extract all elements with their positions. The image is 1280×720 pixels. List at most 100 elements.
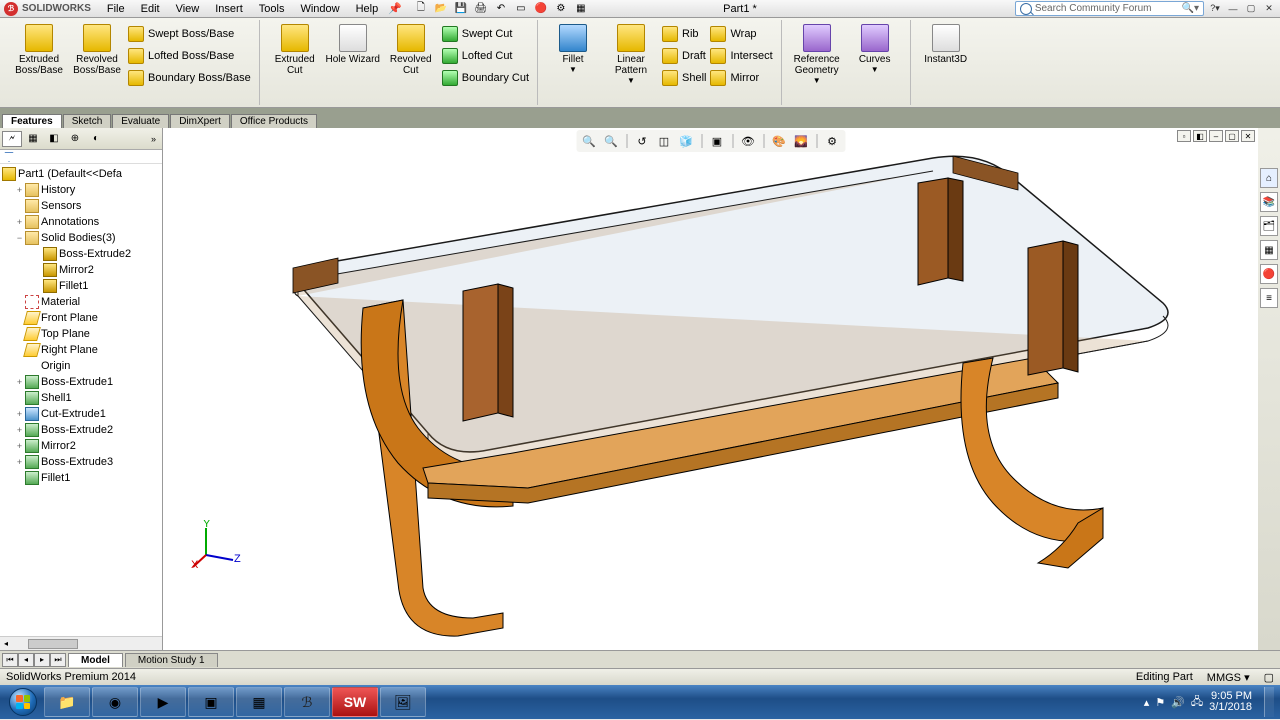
lofted-cut-button[interactable]: Lofted Cut: [440, 48, 531, 64]
revolved-cut-button[interactable]: Revolved Cut: [382, 20, 440, 76]
tp-view-palette-icon[interactable]: ▦: [1260, 240, 1278, 260]
tree-node[interactable]: +Boss-Extrude1: [0, 374, 162, 390]
tree-node[interactable]: Front Plane: [0, 310, 162, 326]
print-icon[interactable]: 🖨: [472, 2, 490, 16]
bottom-tab-motion-study[interactable]: Motion Study 1: [125, 653, 218, 667]
tp-appearances-icon[interactable]: 🔴: [1260, 264, 1278, 284]
search-dropdown-icon[interactable]: 🔍▾: [1182, 3, 1199, 14]
wrap-button[interactable]: Wrap: [708, 26, 774, 42]
extruded-cut-button[interactable]: Extruded Cut: [266, 20, 324, 76]
tab-nav-next-icon[interactable]: ▸: [34, 653, 50, 667]
tree-node[interactable]: −Solid Bodies(3): [0, 230, 162, 246]
taskbar-app1-icon[interactable]: ▣: [188, 687, 234, 717]
status-extra-icon[interactable]: ▢: [1264, 671, 1274, 684]
tree-twisty-icon[interactable]: −: [14, 233, 25, 243]
status-units[interactable]: MMGS ▾: [1207, 671, 1250, 684]
tree-twisty-icon[interactable]: +: [14, 377, 25, 387]
taskbar-sw-red-icon[interactable]: SW: [332, 687, 378, 717]
menu-view[interactable]: View: [170, 2, 206, 16]
tree-root[interactable]: Part1 (Default<<Defa: [0, 166, 162, 182]
tp-resources-icon[interactable]: ⌂: [1260, 168, 1278, 188]
instant3d-button[interactable]: Instant3D: [917, 20, 975, 65]
tray-volume-icon[interactable]: 🔊: [1171, 696, 1185, 709]
start-button[interactable]: [4, 687, 42, 717]
menu-edit[interactable]: Edit: [135, 2, 166, 16]
tree-twisty-icon[interactable]: +: [14, 441, 25, 451]
search-box[interactable]: Search Community Forum 🔍▾: [1015, 1, 1204, 16]
tree-node[interactable]: Fillet1: [0, 470, 162, 486]
menu-window[interactable]: Window: [294, 2, 345, 16]
menu-tools[interactable]: Tools: [253, 2, 291, 16]
mirror-button[interactable]: Mirror: [708, 70, 774, 86]
rib-button[interactable]: Rib: [660, 26, 708, 42]
taskbar-solidworks-icon[interactable]: ℬ: [284, 687, 330, 717]
tree-node[interactable]: +Boss-Extrude3: [0, 454, 162, 470]
tree-tab-config-icon[interactable]: ◧: [44, 131, 64, 147]
taskbar-media-icon[interactable]: ▶: [140, 687, 186, 717]
tree-node[interactable]: +Cut-Extrude1: [0, 406, 162, 422]
tree-twisty-icon[interactable]: +: [14, 457, 25, 467]
tab-evaluate[interactable]: Evaluate: [112, 114, 169, 128]
tray-flag-icon[interactable]: ⚑: [1155, 696, 1165, 709]
bottom-tab-model[interactable]: Model: [68, 653, 123, 667]
tree-twisty-icon[interactable]: +: [14, 409, 25, 419]
save-icon[interactable]: 💾: [452, 2, 470, 16]
taskbar-app2-icon[interactable]: ▦: [236, 687, 282, 717]
minimize-icon[interactable]: —: [1226, 2, 1240, 16]
lofted-boss-button[interactable]: Lofted Boss/Base: [126, 48, 253, 64]
tree-node[interactable]: Material: [0, 294, 162, 310]
curves-button[interactable]: Curves▼: [846, 20, 904, 74]
taskbar-preview-icon[interactable]: 🖼: [380, 687, 426, 717]
tree-node[interactable]: +Boss-Extrude2: [0, 422, 162, 438]
open-icon[interactable]: 📂: [432, 2, 450, 16]
tab-sketch[interactable]: Sketch: [63, 114, 112, 128]
swept-boss-button[interactable]: Swept Boss/Base: [126, 26, 253, 42]
tp-design-library-icon[interactable]: 📚: [1260, 192, 1278, 212]
tree-tab-feature-icon[interactable]: 🗲: [2, 131, 22, 147]
tree-node[interactable]: Sensors: [0, 198, 162, 214]
menu-file[interactable]: File: [101, 2, 131, 16]
tree-twisty-icon[interactable]: +: [14, 425, 25, 435]
tree-node[interactable]: Top Plane: [0, 326, 162, 342]
show-desktop-button[interactable]: [1264, 687, 1274, 717]
tree-tab-property-icon[interactable]: ▦: [23, 131, 43, 147]
tree-filter-row[interactable]: [0, 150, 162, 164]
menu-insert[interactable]: Insert: [209, 2, 249, 16]
tree-node[interactable]: Mirror2: [0, 262, 162, 278]
shell-button[interactable]: Shell: [660, 70, 708, 86]
hole-wizard-button[interactable]: Hole Wizard: [324, 20, 382, 65]
tab-dimxpert[interactable]: DimXpert: [170, 114, 230, 128]
tree-node[interactable]: Shell1: [0, 390, 162, 406]
tab-nav-last-icon[interactable]: ⏭: [50, 653, 66, 667]
extruded-boss-button[interactable]: Extruded Boss/Base: [10, 20, 68, 76]
intersect-button[interactable]: Intersect: [708, 48, 774, 64]
tree-node[interactable]: +History: [0, 182, 162, 198]
tab-features[interactable]: Features: [2, 114, 62, 128]
new-icon[interactable]: 🗋: [412, 2, 430, 16]
tree-node[interactable]: Origin: [0, 358, 162, 374]
linear-pattern-button[interactable]: Linear Pattern▼: [602, 20, 660, 85]
boundary-cut-button[interactable]: Boundary Cut: [440, 70, 531, 86]
tray-network-icon[interactable]: 🖧: [1191, 693, 1203, 712]
tp-custom-props-icon[interactable]: ≡: [1260, 288, 1278, 308]
tree-node[interactable]: Right Plane: [0, 342, 162, 358]
tree-tab-dimxpert-icon[interactable]: ⊕: [65, 131, 85, 147]
tab-nav-prev-icon[interactable]: ◂: [18, 653, 34, 667]
tab-nav-first-icon[interactable]: ⏮: [2, 653, 18, 667]
tree-node[interactable]: Boss-Extrude2: [0, 246, 162, 262]
boundary-boss-button[interactable]: Boundary Boss/Base: [126, 70, 253, 86]
tree-node[interactable]: Fillet1: [0, 278, 162, 294]
graphics-area[interactable]: 🔍 🔍 ↺ ◫ 🧊 ▣ 👁 🎨 🌄 ⚙ ▫ ◧ – ▢ ✕: [163, 128, 1258, 650]
close-icon[interactable]: ✕: [1262, 2, 1276, 16]
pushpin-icon[interactable]: 📌: [388, 2, 402, 15]
tree-expand-icon[interactable]: »: [151, 134, 160, 144]
fillet-button[interactable]: Fillet▼: [544, 20, 602, 74]
tp-file-explorer-icon[interactable]: 🗂: [1260, 216, 1278, 236]
tree-node[interactable]: +Mirror2: [0, 438, 162, 454]
taskbar-chrome-icon[interactable]: ◉: [92, 687, 138, 717]
tree-twisty-icon[interactable]: +: [14, 217, 25, 227]
menu-help[interactable]: Help: [350, 2, 385, 16]
tree-node[interactable]: +Annotations: [0, 214, 162, 230]
reference-geometry-button[interactable]: Reference Geometry▼: [788, 20, 846, 85]
taskbar-explorer-icon[interactable]: 📁: [44, 687, 90, 717]
